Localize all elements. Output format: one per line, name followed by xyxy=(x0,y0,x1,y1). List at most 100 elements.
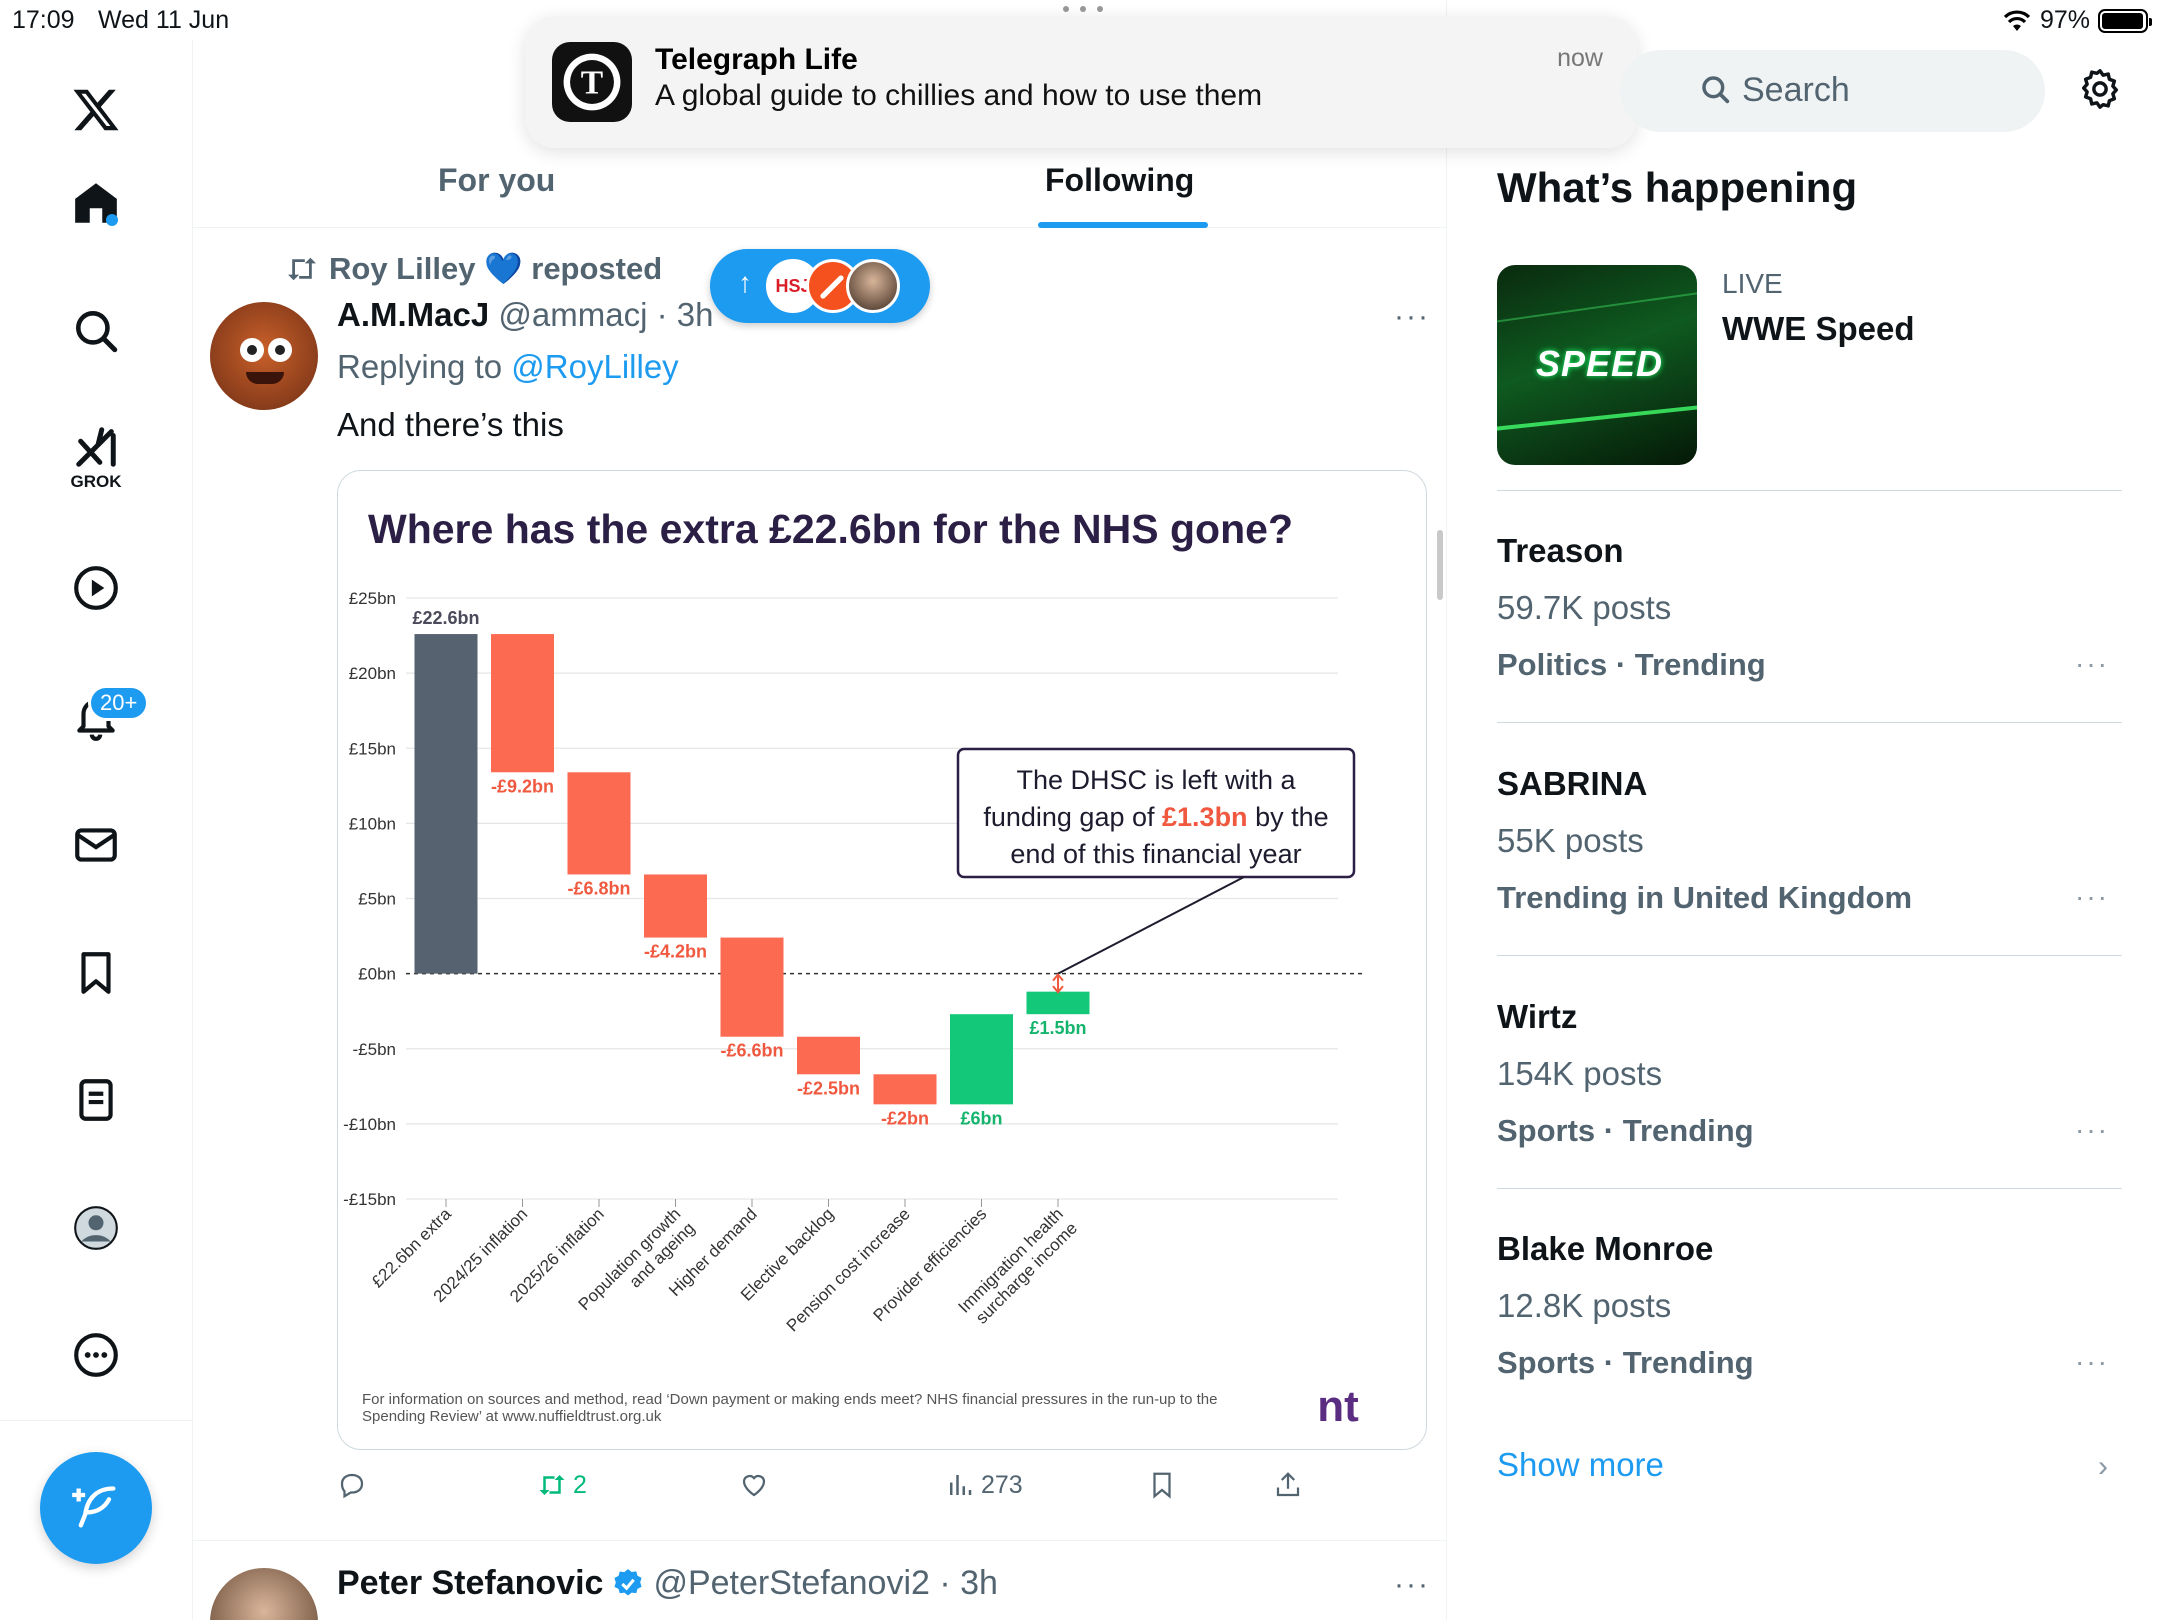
post-author[interactable]: A.M.MacJ @ammacj · 3h xyxy=(337,296,713,334)
nav-divider xyxy=(0,1420,193,1421)
search-icon[interactable] xyxy=(56,291,136,371)
replying-prefix: Replying to xyxy=(337,348,503,385)
chart-title: Where has the extra £22.6bn for the NHS … xyxy=(368,506,1293,552)
gap-marker xyxy=(1052,973,1064,994)
post-text: And there’s this xyxy=(337,406,564,443)
nuffield-trust-logo: nt xyxy=(1317,1382,1359,1431)
compose-feather-icon xyxy=(72,1486,116,1528)
trend-category: Politics · Trending xyxy=(1497,647,1766,682)
annotation-line-3: end of this financial year xyxy=(1010,839,1301,869)
verified-badge-icon xyxy=(614,1568,643,1595)
scrollbar[interactable] xyxy=(1437,530,1443,600)
bar-value-label: -£6.8bn xyxy=(567,878,630,898)
telegraph-app-icon: T xyxy=(552,42,632,122)
waterfall-chart: Where has the extra £22.6bn for the NHS … xyxy=(343,506,1364,1431)
author-name[interactable]: A.M.MacJ xyxy=(337,296,489,333)
bar-value-label: £6bn xyxy=(960,1108,1002,1128)
waterfall-bar xyxy=(644,874,707,938)
trend-category: Sports · Trending xyxy=(1497,1113,1754,1148)
y-tick-label: £15bn xyxy=(349,739,396,758)
bar-value-label: £1.5bn xyxy=(1029,1018,1086,1038)
compose-button[interactable] xyxy=(40,1452,152,1564)
wifi-icon xyxy=(2002,9,2032,33)
bar-value-label: -£2bn xyxy=(881,1108,929,1128)
y-tick-label: £20bn xyxy=(349,664,396,683)
tab-following[interactable]: Following xyxy=(1045,162,1194,199)
reply-button[interactable] xyxy=(337,1470,373,1500)
search-icon xyxy=(1702,76,1730,104)
left-nav: GROK 20+ xyxy=(0,40,193,1620)
wwe-speed-logo: SPEED xyxy=(1535,343,1664,384)
bookmark-icon[interactable] xyxy=(56,933,136,1013)
mail-icon[interactable] xyxy=(56,805,136,885)
y-tick-label: -£10bn xyxy=(343,1115,396,1134)
bar-value-label: -£9.2bn xyxy=(491,776,554,796)
video-icon[interactable] xyxy=(56,548,136,628)
svg-text:Pension cost increase: Pension cost increase xyxy=(783,1204,914,1335)
trend-more-button[interactable]: ··· xyxy=(2075,1346,2109,1378)
bookmark-icon xyxy=(1153,1472,1171,1499)
replying-to-link[interactable]: @RoyLilley xyxy=(511,348,678,385)
notification-banner[interactable]: T Telegraph Life A global guide to chill… xyxy=(525,16,1637,148)
chevron-right-icon: › xyxy=(2098,1450,2108,1483)
x-logo-icon[interactable] xyxy=(56,70,136,150)
chart-image-card[interactable]: Where has the extra £22.6bn for the NHS … xyxy=(337,470,1427,1450)
y-tick-label: £5bn xyxy=(358,890,396,909)
y-tick-label: -£5bn xyxy=(353,1040,396,1059)
post-action-bar: 2 273 xyxy=(337,1470,1337,1510)
like-button[interactable] xyxy=(739,1470,775,1500)
trend-more-button[interactable]: ··· xyxy=(2075,1114,2109,1146)
tab-for-you[interactable]: For you xyxy=(438,162,555,199)
avatar[interactable] xyxy=(210,302,318,410)
trend-post-count: 154K posts xyxy=(1497,1055,1663,1092)
share-icon xyxy=(1276,1472,1300,1497)
home-icon[interactable] xyxy=(56,163,136,243)
live-label: LIVE xyxy=(1722,268,1783,299)
status-right: 97% xyxy=(2002,6,2152,35)
trend-more-button[interactable]: ··· xyxy=(2075,881,2109,913)
show-more-link[interactable]: Show more xyxy=(1497,1446,1664,1484)
y-tick-label: -£15bn xyxy=(343,1190,396,1209)
post-author[interactable]: Peter Stefanovic @PeterStefanovi2 · 3h xyxy=(337,1564,998,1603)
trend-name[interactable]: Blake Monroe xyxy=(1497,1230,1713,1268)
profile-icon[interactable] xyxy=(56,1188,136,1268)
post-more-button[interactable]: ··· xyxy=(1394,300,1430,334)
grok-label: GROK xyxy=(70,472,122,491)
annotation-line-2: funding gap of £1.3bn by the xyxy=(983,802,1328,832)
new-posts-pill[interactable]: ↑ HSJ xyxy=(710,249,930,323)
gear-icon[interactable] xyxy=(2077,66,2123,112)
waterfall-bar xyxy=(720,937,784,1037)
author-handle: @ammacj · 3h xyxy=(498,296,714,333)
waterfall-bar xyxy=(1026,991,1090,1015)
battery-icon xyxy=(2098,8,2152,33)
svg-text:£22.6bn extra: £22.6bn extra xyxy=(368,1204,455,1291)
search-input[interactable]: Search xyxy=(1620,50,2045,132)
repost-button[interactable]: 2 xyxy=(537,1470,587,1500)
live-event-thumbnail[interactable]: SPEED xyxy=(1497,265,1697,465)
heart-icon xyxy=(742,1474,766,1497)
trend-divider xyxy=(1497,722,2122,723)
trend-name[interactable]: Wirtz xyxy=(1497,998,1577,1036)
bar-value-label: -£4.2bn xyxy=(644,942,707,962)
live-title[interactable]: WWE Speed xyxy=(1722,310,1915,348)
list-icon[interactable] xyxy=(56,1060,136,1140)
trend-more-button[interactable]: ··· xyxy=(2075,648,2109,680)
bookmark-button[interactable] xyxy=(1147,1470,1177,1500)
waterfall-bar xyxy=(950,1014,1013,1105)
share-button[interactable] xyxy=(1273,1470,1303,1500)
views-button[interactable]: 273 xyxy=(945,1470,1023,1500)
more-circle-icon[interactable] xyxy=(56,1315,136,1395)
bar-value-label: -£2.5bn xyxy=(797,1078,860,1098)
repost-context[interactable]: Roy Lilley 💙 reposted xyxy=(285,250,662,287)
home-unread-dot xyxy=(106,214,118,226)
repost-icon xyxy=(288,257,316,280)
waterfall-bar xyxy=(414,634,478,974)
author-name[interactable]: Peter Stefanovic xyxy=(337,1564,603,1603)
repost-by-label: Roy Lilley 💙 reposted xyxy=(329,251,663,286)
trend-name[interactable]: Treason xyxy=(1497,532,1624,570)
replying-to: Replying to @RoyLilley xyxy=(337,348,679,386)
trend-name[interactable]: SABRINA xyxy=(1497,765,1647,803)
grok-icon[interactable]: GROK xyxy=(56,418,136,498)
trend-category: Trending in United Kingdom xyxy=(1497,880,1913,915)
post-more-button[interactable]: ··· xyxy=(1394,1568,1430,1602)
